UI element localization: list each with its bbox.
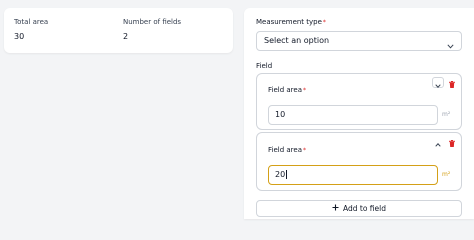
chevron-down-icon [435,73,441,92]
field-area-input-value: 20 [275,170,286,179]
collapse-button[interactable] [432,77,444,88]
field-area-input[interactable]: 10 [268,105,438,125]
trash-icon [449,132,455,151]
field-item: Field area* 20 m² [256,132,462,191]
measurement-type-select-value: Select an option [264,36,330,45]
chevron-down-icon [447,38,454,56]
add-to-field-button[interactable]: Add to field [256,200,462,217]
chevron-up-icon [435,132,441,151]
delete-button[interactable] [446,77,458,88]
add-to-field-label: Add to field [342,204,386,213]
number-of-fields-stat: Number of fields 2 [123,18,181,42]
field-item-actions [432,136,458,147]
field-area-label: Field area* [268,146,306,155]
field-item: Field area* 10 m² [256,73,462,130]
number-of-fields-value: 2 [123,32,129,41]
trash-icon [449,73,455,92]
required-marker: * [303,147,306,154]
delete-button[interactable] [446,136,458,147]
total-area-label: Total area [14,18,49,26]
form-panel: Measurement type* Select an option Field… [244,8,474,219]
measurement-type-label: Measurement type* [256,18,326,27]
total-area-value: 30 [14,32,25,41]
summary-card: Total area 30 Number of fields 2 [4,8,233,53]
required-marker: * [303,87,306,94]
measurement-type-select[interactable]: Select an option [256,31,462,51]
field-item-actions [432,77,458,88]
field-area-input[interactable]: 20 [268,165,438,185]
plus-icon [332,204,339,213]
measurement-type-label-text: Measurement type [256,18,322,26]
field-section-label: Field [256,62,273,70]
field-area-label: Field area* [268,86,306,95]
number-of-fields-label: Number of fields [123,18,182,26]
total-area-stat: Total area 30 [14,18,48,42]
field-area-label-text: Field area [268,146,302,154]
unit-label: m² [442,111,451,118]
field-area-input-value: 10 [275,110,286,119]
collapse-button[interactable] [432,136,444,147]
required-marker: * [322,19,326,26]
unit-label: m² [442,171,451,178]
text-caret [286,170,288,179]
field-area-label-text: Field area [268,86,302,94]
